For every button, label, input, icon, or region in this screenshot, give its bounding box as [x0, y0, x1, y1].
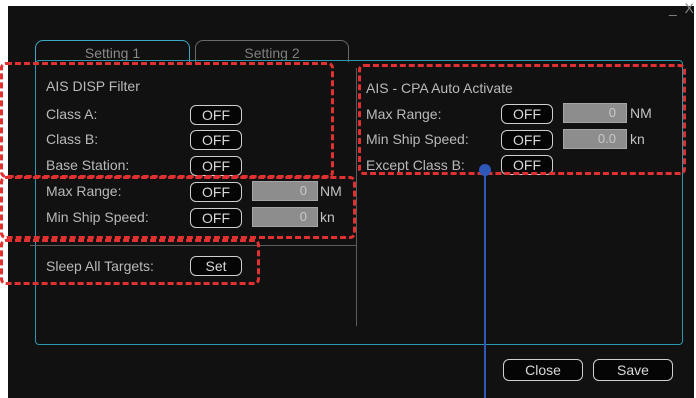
cpa-max-range-toggle-button[interactable]: OFF [501, 104, 553, 124]
callout-dot [479, 164, 491, 176]
except-class-b-label: Except Class B: [366, 157, 465, 173]
window-controls[interactable]: _ X [669, 0, 696, 16]
class-b-label: Class B: [46, 131, 99, 147]
save-button[interactable]: Save [593, 359, 673, 381]
max-range-toggle-button[interactable]: OFF [190, 182, 242, 202]
base-station-label: Base Station: [46, 157, 130, 173]
class-b-toggle-button[interactable]: OFF [190, 130, 242, 150]
callout-line [484, 170, 486, 398]
tab-setting-2[interactable]: Setting 2 [195, 40, 349, 62]
min-ship-speed-unit: kn [320, 209, 335, 225]
tab-setting-1[interactable]: Setting 1 [35, 40, 190, 62]
cpa-max-range-label: Max Range: [366, 106, 442, 122]
min-ship-speed-toggle-button[interactable]: OFF [190, 208, 242, 228]
base-station-toggle-button[interactable]: OFF [190, 156, 242, 176]
cpa-min-ship-speed-toggle-button[interactable]: OFF [501, 130, 553, 150]
section-divider [30, 245, 356, 246]
min-ship-speed-value-field[interactable]: 0 [252, 207, 318, 227]
cpa-max-range-unit: NM [630, 105, 652, 121]
max-range-value-field[interactable]: 0 [252, 181, 318, 201]
max-range-label: Max Range: [46, 183, 122, 199]
cpa-max-range-value-field[interactable]: 0 [563, 103, 627, 123]
class-a-toggle-button[interactable]: OFF [190, 105, 242, 125]
min-ship-speed-label: Min Ship Speed: [46, 209, 149, 225]
cpa-min-ship-speed-unit: kn [630, 131, 645, 147]
close-button[interactable]: Close [503, 359, 583, 381]
except-class-b-toggle-button[interactable]: OFF [501, 155, 553, 175]
ais-disp-filter-title: AIS DISP Filter [46, 78, 140, 94]
max-range-unit: NM [320, 183, 342, 199]
sleep-all-targets-set-button[interactable]: Set [190, 256, 242, 276]
cpa-auto-activate-title: AIS - CPA Auto Activate [366, 80, 513, 96]
sleep-all-targets-label: Sleep All Targets: [46, 258, 154, 274]
cpa-min-ship-speed-value-field[interactable]: 0.0 [563, 129, 627, 149]
cpa-min-ship-speed-label: Min Ship Speed: [366, 131, 469, 147]
column-divider [356, 68, 357, 326]
class-a-label: Class A: [46, 106, 98, 122]
